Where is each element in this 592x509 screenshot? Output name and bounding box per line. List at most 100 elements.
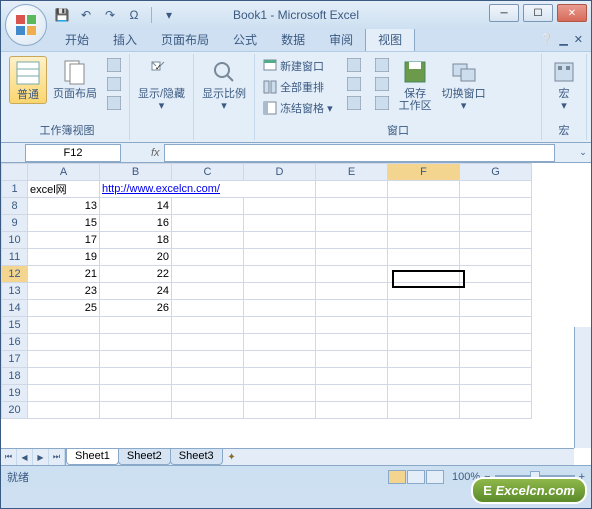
cell[interactable] bbox=[28, 317, 100, 334]
rowhead[interactable]: 17 bbox=[2, 351, 28, 368]
help-icon[interactable]: ❔ bbox=[540, 33, 554, 46]
colhead-C[interactable]: C bbox=[172, 164, 244, 181]
cell[interactable] bbox=[460, 334, 532, 351]
rowhead[interactable]: 14 bbox=[2, 300, 28, 317]
colhead-D[interactable]: D bbox=[244, 164, 316, 181]
cell[interactable] bbox=[460, 198, 532, 215]
switch-windows-button[interactable]: 切换窗口▾ bbox=[438, 56, 490, 114]
cell[interactable] bbox=[460, 402, 532, 419]
cell[interactable] bbox=[316, 283, 388, 300]
cell[interactable] bbox=[316, 334, 388, 351]
cell[interactable]: 18 bbox=[100, 232, 172, 249]
cell[interactable] bbox=[172, 317, 244, 334]
cell[interactable] bbox=[172, 232, 244, 249]
arrange-all-button[interactable]: 全部重排 bbox=[259, 77, 337, 97]
sync-scroll-button[interactable] bbox=[371, 75, 393, 93]
cell[interactable] bbox=[28, 385, 100, 402]
colhead-E[interactable]: E bbox=[316, 164, 388, 181]
cell[interactable] bbox=[172, 351, 244, 368]
cell[interactable]: 24 bbox=[100, 283, 172, 300]
cell[interactable] bbox=[316, 198, 388, 215]
split-button[interactable] bbox=[343, 56, 365, 74]
cell[interactable]: 22 bbox=[100, 266, 172, 283]
cell[interactable] bbox=[28, 402, 100, 419]
cell[interactable] bbox=[388, 266, 460, 283]
cell[interactable] bbox=[316, 249, 388, 266]
show-hide-button[interactable]: ✓ 显示/隐藏▾ bbox=[134, 56, 189, 114]
cell[interactable] bbox=[460, 215, 532, 232]
cell[interactable] bbox=[172, 283, 244, 300]
rowhead[interactable]: 18 bbox=[2, 368, 28, 385]
rowhead[interactable]: 13 bbox=[2, 283, 28, 300]
cell[interactable] bbox=[172, 334, 244, 351]
minimize-button[interactable]: ─ bbox=[489, 4, 519, 22]
cell[interactable] bbox=[100, 351, 172, 368]
cell[interactable]: 14 bbox=[100, 198, 172, 215]
vertical-scrollbar[interactable] bbox=[574, 327, 591, 448]
rowhead[interactable]: 8 bbox=[2, 198, 28, 215]
cell[interactable] bbox=[172, 368, 244, 385]
cell[interactable] bbox=[316, 317, 388, 334]
custom-views-button[interactable] bbox=[103, 75, 125, 93]
colhead-A[interactable]: A bbox=[28, 164, 100, 181]
cell[interactable]: 15 bbox=[28, 215, 100, 232]
fx-icon[interactable]: fx bbox=[151, 147, 160, 159]
cell[interactable] bbox=[388, 283, 460, 300]
office-button[interactable] bbox=[5, 4, 47, 46]
cell[interactable] bbox=[100, 334, 172, 351]
cell[interactable]: excel网 bbox=[28, 181, 100, 198]
cell[interactable] bbox=[316, 385, 388, 402]
new-window-button[interactable]: 新建窗口 bbox=[259, 56, 337, 76]
rowhead[interactable]: 19 bbox=[2, 385, 28, 402]
rowhead[interactable]: 11 bbox=[2, 249, 28, 266]
cell[interactable] bbox=[460, 181, 532, 198]
sheet-tab-1[interactable]: Sheet1 bbox=[66, 449, 119, 465]
page-layout-view-button[interactable]: 页面布局 bbox=[49, 56, 101, 102]
pagelayout-view-status-button[interactable] bbox=[407, 470, 425, 484]
hide-button[interactable] bbox=[343, 75, 365, 93]
rowhead[interactable]: 9 bbox=[2, 215, 28, 232]
close-button[interactable]: ✕ bbox=[557, 4, 587, 22]
cell[interactable]: 20 bbox=[100, 249, 172, 266]
reset-pos-button[interactable] bbox=[371, 94, 393, 112]
rowhead[interactable]: 15 bbox=[2, 317, 28, 334]
formula-input[interactable] bbox=[164, 144, 555, 162]
redo-button[interactable]: ↷ bbox=[101, 6, 119, 24]
cell[interactable] bbox=[388, 385, 460, 402]
cell[interactable]: 17 bbox=[28, 232, 100, 249]
cell[interactable] bbox=[388, 351, 460, 368]
cell[interactable] bbox=[388, 198, 460, 215]
rowhead[interactable]: 10 bbox=[2, 232, 28, 249]
sheet-nav-prev[interactable]: ◀ bbox=[17, 449, 33, 465]
qat-customize-icon[interactable]: ▾ bbox=[160, 6, 178, 24]
cell[interactable] bbox=[316, 368, 388, 385]
cell[interactable] bbox=[244, 283, 316, 300]
cell[interactable] bbox=[244, 317, 316, 334]
cell[interactable] bbox=[244, 334, 316, 351]
cell[interactable] bbox=[172, 385, 244, 402]
save-workspace-button[interactable]: 保存 工作区 bbox=[395, 56, 436, 114]
cell[interactable] bbox=[460, 266, 532, 283]
cell[interactable] bbox=[244, 402, 316, 419]
cell[interactable] bbox=[388, 334, 460, 351]
new-sheet-button[interactable]: ✦ bbox=[222, 452, 242, 463]
cell[interactable] bbox=[100, 385, 172, 402]
cell[interactable] bbox=[244, 385, 316, 402]
cell[interactable] bbox=[244, 232, 316, 249]
cell[interactable] bbox=[244, 266, 316, 283]
cell[interactable] bbox=[172, 249, 244, 266]
sheet-tab-2[interactable]: Sheet2 bbox=[118, 449, 171, 465]
cell[interactable] bbox=[388, 181, 460, 198]
tab-review[interactable]: 审阅 bbox=[317, 28, 365, 51]
hyperlink[interactable]: http://www.excelcn.com/ bbox=[102, 183, 220, 195]
cell[interactable] bbox=[244, 300, 316, 317]
normal-view-status-button[interactable] bbox=[388, 470, 406, 484]
cell[interactable] bbox=[316, 266, 388, 283]
grid-table[interactable]: A B C D E F G 1 excel网 http://www.excelc… bbox=[1, 163, 532, 419]
sheet-tab-3[interactable]: Sheet3 bbox=[170, 449, 223, 465]
cell[interactable] bbox=[244, 368, 316, 385]
cell[interactable] bbox=[172, 198, 244, 215]
cell[interactable] bbox=[388, 317, 460, 334]
zoom-button[interactable]: 显示比例▾ bbox=[198, 56, 250, 114]
cell[interactable] bbox=[100, 368, 172, 385]
